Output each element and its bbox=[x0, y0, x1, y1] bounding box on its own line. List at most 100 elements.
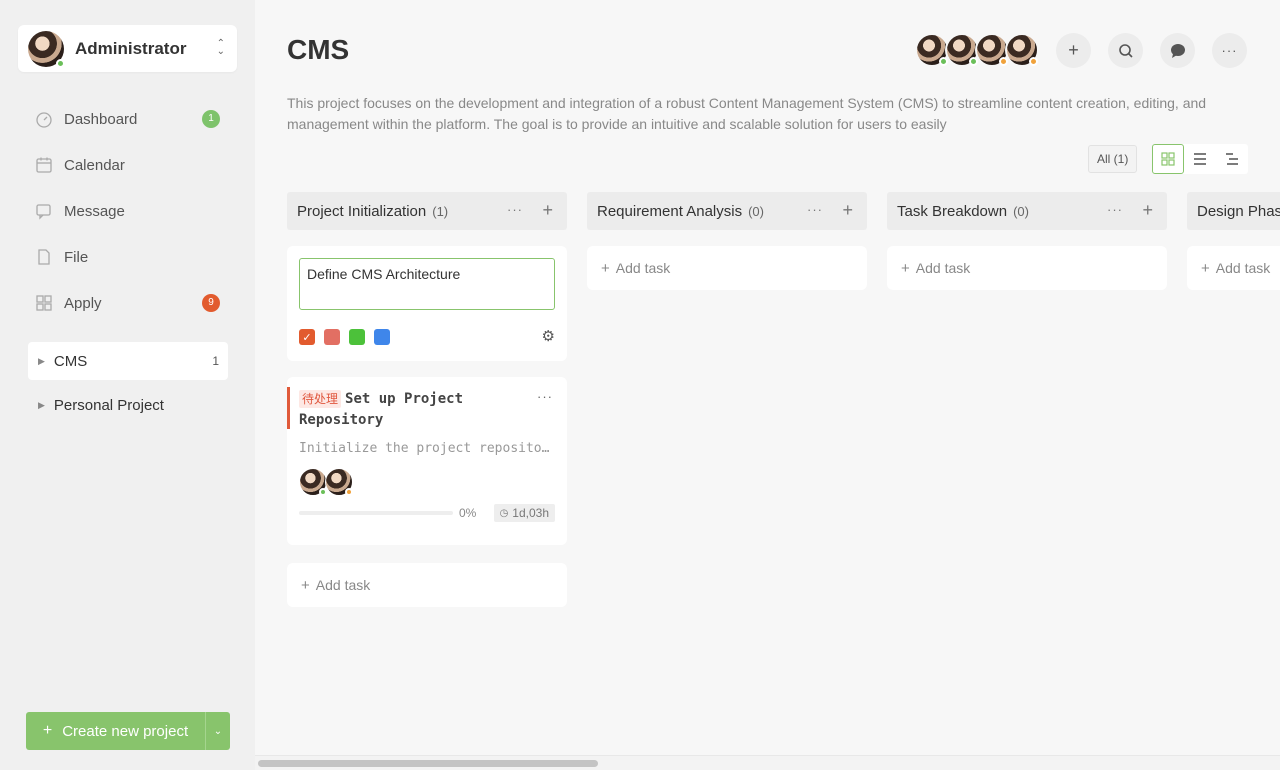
chevron-down-icon: ⌄ bbox=[213, 725, 223, 737]
add-member-button[interactable]: + bbox=[1056, 33, 1091, 68]
project-count: 1 bbox=[212, 354, 219, 368]
project-label: CMS bbox=[53, 352, 88, 370]
grid-icon bbox=[1161, 152, 1175, 166]
dashboard-icon bbox=[36, 112, 52, 128]
sidebar-item-calendar[interactable]: Calendar bbox=[27, 142, 228, 188]
progress-bar bbox=[299, 511, 453, 515]
plus-icon[interactable]: + bbox=[842, 200, 853, 221]
apply-icon bbox=[36, 295, 52, 311]
chat-button[interactable] bbox=[1160, 33, 1195, 68]
account-switcher[interactable]: Administrator ⌃ ⌄ bbox=[18, 25, 237, 72]
more-options-button[interactable]: ··· bbox=[1212, 33, 1247, 68]
task-card[interactable]: 待处理 Set up Project Repository ··· Initial… bbox=[287, 377, 567, 545]
sidebar-item-dashboard[interactable]: Dashboard 1 bbox=[27, 96, 228, 142]
board-column: Requirement Analysis (0) ··· + + Add task bbox=[587, 192, 867, 290]
more-icon[interactable]: ··· bbox=[537, 389, 553, 404]
add-task-button[interactable]: + Add task bbox=[287, 563, 567, 607]
more-icon[interactable]: ··· bbox=[807, 202, 823, 217]
board-column: Design Phase + Add task bbox=[1187, 192, 1280, 290]
duration-text: 1d,03h bbox=[512, 506, 549, 520]
plus-icon: + bbox=[601, 259, 610, 277]
sidebar: Administrator ⌃ ⌄ Dashboard 1 Calendar Me… bbox=[0, 0, 255, 770]
filter-dropdown[interactable]: All (1) bbox=[1088, 145, 1138, 173]
chevron-up-down-icon: ⌃ ⌄ bbox=[216, 38, 225, 57]
plus-icon: + bbox=[301, 576, 310, 594]
avatar bbox=[299, 468, 327, 496]
online-status-dot bbox=[319, 488, 327, 496]
add-task-label: Add task bbox=[315, 577, 371, 593]
priority-accent bbox=[287, 387, 290, 429]
notification-badge: 9 bbox=[202, 294, 220, 312]
sidebar-item-apply[interactable]: Apply 9 bbox=[27, 280, 228, 326]
color-swatch[interactable] bbox=[349, 329, 365, 345]
create-project-button-group: + Create new project ⌄ bbox=[26, 712, 230, 750]
plus-icon[interactable]: + bbox=[1142, 200, 1153, 221]
avatar bbox=[325, 468, 353, 496]
add-task-label: Add task bbox=[615, 260, 671, 276]
gear-icon[interactable]: ⚙ bbox=[542, 327, 555, 345]
board-view-button[interactable] bbox=[1152, 144, 1184, 174]
add-task-button[interactable]: + Add task bbox=[1187, 246, 1280, 290]
add-task-label: Add task bbox=[915, 260, 971, 276]
plus-icon: + bbox=[42, 722, 53, 739]
column-count: (1) bbox=[432, 203, 449, 219]
search-icon bbox=[1118, 43, 1133, 58]
board-column: Task Breakdown (0) ··· + + Add task bbox=[887, 192, 1167, 290]
project-item-cms[interactable]: ▶ CMS 1 bbox=[28, 342, 228, 380]
column-title: Project Initialization bbox=[297, 202, 427, 220]
create-project-dropdown[interactable]: ⌄ bbox=[206, 712, 230, 750]
project-item-personal[interactable]: ▶ Personal Project bbox=[28, 386, 228, 424]
create-project-label: Create new project bbox=[62, 722, 189, 740]
member-avatars[interactable] bbox=[915, 33, 1039, 67]
file-icon bbox=[38, 249, 50, 265]
column-count: (0) bbox=[748, 203, 764, 219]
sidebar-nav: Dashboard 1 Calendar Message File Apply … bbox=[27, 96, 228, 326]
check-icon: ✓ bbox=[302, 331, 312, 344]
column-title: Task Breakdown bbox=[897, 202, 1008, 220]
sidebar-item-label: Calendar bbox=[64, 156, 125, 174]
notification-badge: 1 bbox=[202, 110, 220, 128]
gantt-icon bbox=[1226, 153, 1238, 165]
avatar bbox=[975, 33, 1009, 67]
column-header: Project Initialization (1) ··· + bbox=[287, 192, 567, 230]
search-button[interactable] bbox=[1108, 33, 1143, 68]
color-picker: ✓ bbox=[299, 329, 555, 345]
new-task-input[interactable] bbox=[299, 258, 555, 310]
duration-badge: ◷ 1d,03h bbox=[493, 504, 555, 522]
column-count: (0) bbox=[1013, 203, 1029, 219]
sidebar-item-file[interactable]: File bbox=[27, 234, 228, 280]
color-swatch[interactable] bbox=[324, 329, 340, 345]
board-column: Project Initialization (1) ··· + ✓ ⚙ 待处理… bbox=[287, 192, 567, 607]
add-task-button[interactable]: + Add task bbox=[887, 246, 1167, 290]
list-view-button[interactable] bbox=[1184, 144, 1216, 174]
color-swatch[interactable] bbox=[374, 329, 390, 345]
view-switcher bbox=[1152, 144, 1248, 174]
sidebar-item-label: File bbox=[64, 248, 89, 266]
column-title: Requirement Analysis bbox=[597, 202, 743, 220]
add-task-button[interactable]: + Add task bbox=[587, 246, 867, 290]
caret-right-icon[interactable]: ▶ bbox=[38, 400, 45, 411]
avatar bbox=[28, 30, 65, 68]
task-title-block: 待处理 Set up Project Repository bbox=[299, 389, 524, 431]
plus-icon: + bbox=[1201, 259, 1210, 277]
main-content: CMS + ··· This project focuses on the de… bbox=[255, 0, 1280, 770]
away-status-dot bbox=[1029, 57, 1038, 66]
create-project-button[interactable]: + Create new project bbox=[26, 712, 206, 750]
status-tag: 待处理 bbox=[299, 390, 342, 408]
horizontal-scrollbar[interactable] bbox=[255, 755, 1280, 770]
color-swatch-selected[interactable]: ✓ bbox=[299, 329, 315, 345]
more-icon[interactable]: ··· bbox=[507, 202, 523, 217]
more-icon[interactable]: ··· bbox=[1107, 202, 1123, 217]
sidebar-item-message[interactable]: Message bbox=[27, 188, 228, 234]
gantt-view-button[interactable] bbox=[1216, 144, 1248, 174]
scrollbar-thumb[interactable] bbox=[258, 760, 598, 767]
plus-icon: + bbox=[1068, 40, 1079, 60]
account-name: Administrator bbox=[75, 38, 187, 58]
list-icon bbox=[1194, 153, 1206, 165]
caret-right-icon[interactable]: ▶ bbox=[38, 356, 45, 367]
new-task-card: ✓ ⚙ bbox=[287, 246, 567, 361]
task-assignees bbox=[299, 468, 555, 496]
sidebar-item-label: Message bbox=[64, 202, 125, 220]
message-icon bbox=[36, 204, 51, 220]
plus-icon[interactable]: + bbox=[542, 200, 553, 221]
